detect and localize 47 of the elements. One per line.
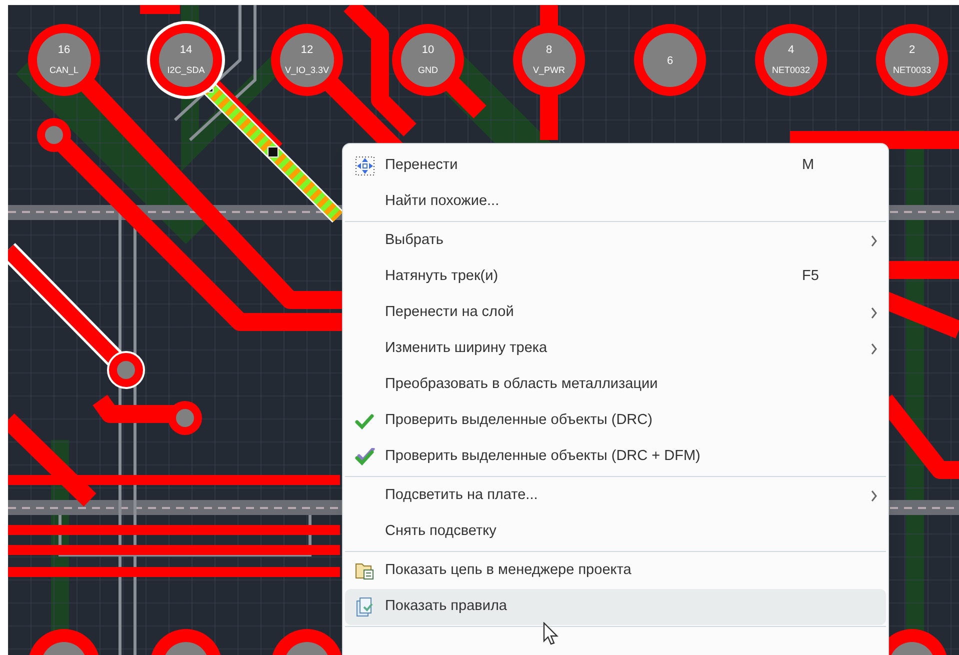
pad-number: 2 [908,44,916,56]
menu-item[interactable]: Проверить выделенные объекты (DRC + DFM) [345,439,886,475]
menu-item[interactable]: Выбрать [345,223,886,259]
pad-number: 4 [788,44,794,56]
folder-document-icon [355,561,375,581]
net-label: NET0032 [772,65,810,75]
net-label: V_PWR [533,65,565,75]
pad-number: 12 [300,44,314,56]
via [37,118,71,152]
net-label: I2C_SDA [167,65,205,75]
pad [271,629,343,655]
pad-number: 6 [666,55,674,67]
pad-number: 8 [546,44,552,56]
pad-number: 16 [58,44,70,56]
menu-item[interactable]: Перенести M [345,148,886,184]
pad-number: 10 [422,44,434,56]
document-check-icon [355,597,375,617]
menu-item[interactable]: Изменить ширину трека [345,331,886,367]
menu-item[interactable]: Подсветить на плате... [345,478,886,514]
menu-item[interactable]: Преобразовать в область металлизации [345,367,886,403]
double-check-icon [355,448,375,466]
menu-item[interactable]: Найти похожие... [345,184,886,220]
check-icon [355,412,375,430]
pad [28,629,100,655]
menu-item[interactable]: Снять подсветку [345,514,886,550]
pad[interactable]: 6 [634,24,706,96]
mouse-pointer-icon [543,622,559,646]
pad[interactable]: 12 V_IO_3.3V [271,24,343,96]
pad[interactable]: 16 CAN_L [28,24,100,96]
pad[interactable]: 2 NET0033 [876,24,948,96]
menu-item[interactable]: Проверить выделенные объекты (DRC) [345,403,886,439]
pad[interactable]: 14 I2C_SDA [147,21,225,99]
move-arrows-icon [355,156,375,176]
menu-item[interactable]: Натянуть трек(и) F5 [345,259,886,295]
net-label: CAN_L [50,65,78,75]
net-label: NET0033 [892,65,932,75]
net-label: V_IO_3.3V [284,65,330,75]
menu-item[interactable]: Показать правила [345,589,886,625]
pad[interactable]: 8 V_PWR [513,24,585,96]
menu-item[interactable]: Показать цепь в менеджере проекта [345,553,886,589]
net-label: GND [418,65,438,75]
pad-number: 14 [180,44,192,56]
pad[interactable]: 4 NET0032 [755,24,827,96]
pad [150,629,222,655]
via [168,401,202,435]
menu-item[interactable]: Перенести на слой [345,295,886,331]
pad[interactable]: 10 GND [392,24,464,96]
